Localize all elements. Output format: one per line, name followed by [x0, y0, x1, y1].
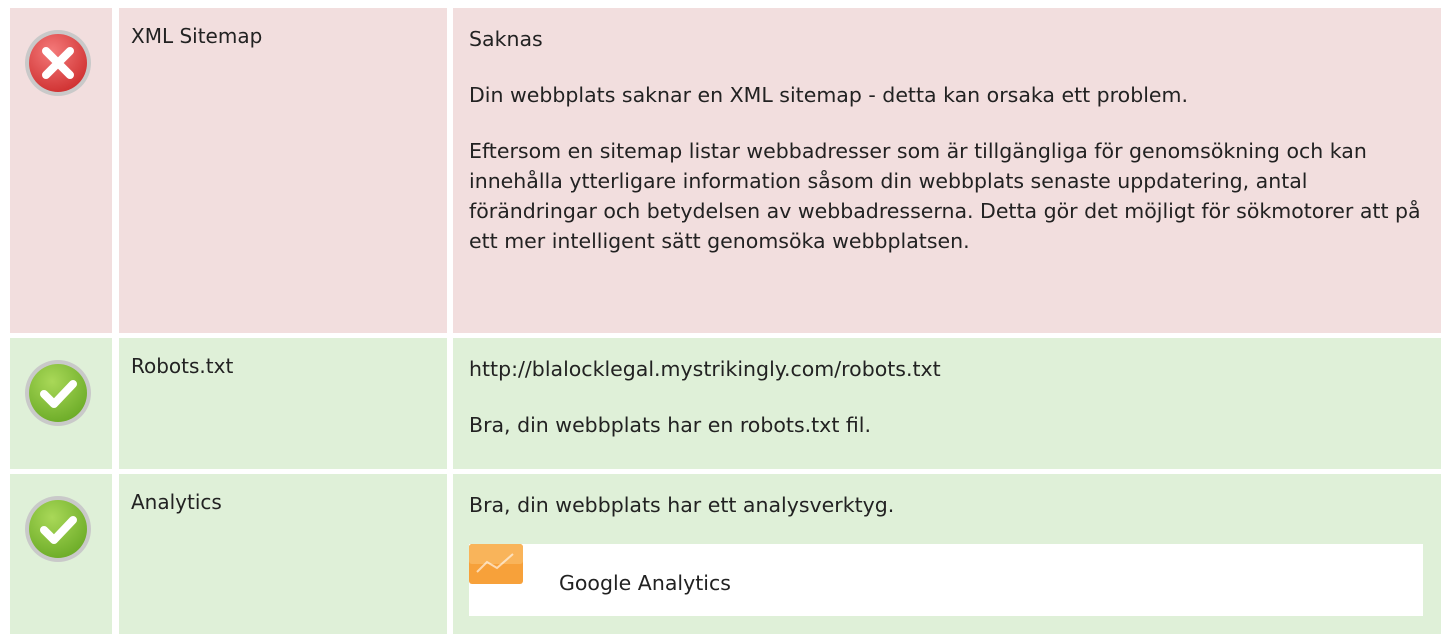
- error-x-icon: [25, 30, 91, 96]
- result-message: Din webbplats saknar en XML sitemap - de…: [469, 83, 1189, 107]
- result-label: Analytics: [119, 474, 447, 634]
- result-label: XML Sitemap: [119, 8, 447, 333]
- result-content: http://blalocklegal.mystrikingly.com/rob…: [453, 338, 1441, 469]
- result-status-text: Saknas: [469, 27, 543, 51]
- result-content: Saknas Din webbplats saknar en XML sitem…: [453, 8, 1441, 333]
- result-row-robots-txt: Robots.txt http://blalocklegal.mystrikin…: [10, 338, 1441, 469]
- result-message: Bra, din webbplats har en robots.txt fil…: [469, 413, 871, 437]
- google-analytics-icon: [469, 544, 523, 584]
- status-cell: [10, 8, 112, 333]
- check-icon: [25, 496, 91, 562]
- result-label: Robots.txt: [119, 338, 447, 469]
- check-icon: [25, 360, 91, 426]
- analytics-tool-name: Google Analytics: [559, 571, 731, 595]
- result-row-analytics: Analytics Bra, din webbplats har ett ana…: [10, 474, 1441, 634]
- analytics-tool-card: Google Analytics: [469, 544, 1423, 616]
- result-row-xml-sitemap: XML Sitemap Saknas Din webbplats saknar …: [10, 8, 1441, 333]
- status-cell: [10, 338, 112, 469]
- robots-url: http://blalocklegal.mystrikingly.com/rob…: [469, 357, 941, 381]
- result-content: Bra, din webbplats har ett analysverktyg…: [453, 474, 1441, 634]
- seo-results-table: XML Sitemap Saknas Din webbplats saknar …: [10, 8, 1441, 639]
- result-description: Eftersom en sitemap listar webbadresser …: [469, 139, 1421, 253]
- result-message: Bra, din webbplats har ett analysverktyg…: [469, 493, 895, 517]
- status-cell: [10, 474, 112, 634]
